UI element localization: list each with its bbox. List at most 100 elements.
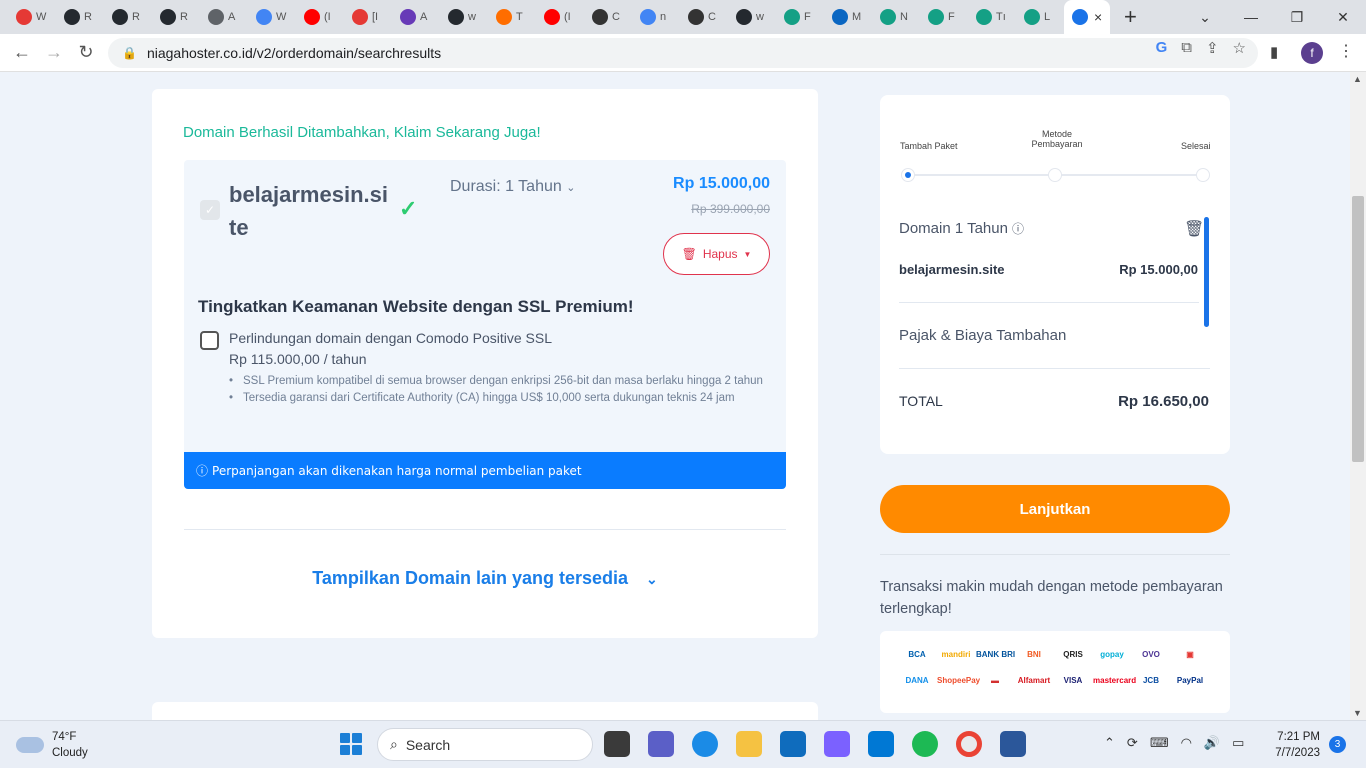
step-label-metode-pembayaran: Metode Pembayaran (1031, 129, 1083, 149)
chrome-icon[interactable] (956, 731, 982, 757)
tab-search-icon[interactable]: ⌄ (1182, 9, 1228, 26)
browser-tab[interactable]: N (872, 0, 920, 34)
active-tab[interactable]: × (1064, 0, 1110, 34)
scroll-down-icon[interactable]: ▼ (1353, 708, 1362, 718)
browser-tab[interactable]: w (728, 0, 776, 34)
ssl-feature-item: Tersedia garansi dari Certificate Author… (229, 390, 769, 407)
restore-button[interactable]: ❐ (1274, 9, 1320, 26)
translate-icon[interactable]: ⧉ (1181, 39, 1192, 57)
close-tab-icon[interactable]: × (1094, 9, 1102, 25)
taskbar-search[interactable]: ⌕ Search (377, 728, 593, 761)
chevron-down-icon: ⌄ (566, 182, 576, 194)
show-more-domains-link[interactable]: Tampilkan Domain lain yang tersedia ⌄ (152, 568, 818, 589)
minimize-button[interactable]: — (1228, 9, 1274, 25)
order-summary-card: Tambah Paket Metode Pembayaran Selesai D… (880, 95, 1230, 454)
browser-tab[interactable]: (I (536, 0, 584, 34)
browser-tab[interactable]: R (104, 0, 152, 34)
share-icon[interactable]: ⇪ (1206, 39, 1219, 57)
info-icon[interactable]: ⓘ (1012, 222, 1024, 236)
browser-tab[interactable]: w (440, 0, 488, 34)
notification-badge[interactable]: 3 (1329, 736, 1346, 753)
word-icon[interactable] (1000, 731, 1026, 757)
windows-taskbar: 74°F Cloudy ⌕ Search ⌃ ⟳ ⌨ ◠ 🔊 ▭ 7:21 PM… (0, 720, 1366, 768)
task-view-icon[interactable] (604, 731, 630, 757)
browser-tab[interactable]: W (248, 0, 296, 34)
clock[interactable]: 7:21 PM 7/7/2023 (1262, 729, 1320, 761)
sync-icon[interactable]: ⟳ (1127, 735, 1138, 751)
tab-title: C (708, 11, 716, 23)
teams-chat-icon[interactable] (648, 731, 674, 757)
copilot-icon[interactable] (824, 731, 850, 757)
tab-favicon-icon (400, 9, 416, 25)
browser-tab[interactable]: C (680, 0, 728, 34)
success-message: Domain Berhasil Ditambahkan, Klaim Sekar… (183, 124, 541, 141)
bookmark-star-icon[interactable]: ☆ (1233, 39, 1246, 57)
file-explorer-icon[interactable] (736, 731, 762, 757)
url-field[interactable]: 🔒 niagahoster.co.id/v2/orderdomain/searc… (108, 38, 1258, 68)
summary-scroll-thumb[interactable] (1204, 217, 1209, 327)
page-scroll-thumb[interactable] (1352, 196, 1364, 462)
browser-tab[interactable]: R (152, 0, 200, 34)
payment-logo: DANA (905, 676, 929, 685)
tab-title: W (276, 11, 287, 23)
tab-title: C (612, 11, 620, 23)
store-icon[interactable] (868, 731, 894, 757)
tab-favicon-icon (640, 9, 656, 25)
duration-label: Durasi: 1 Tahun (450, 178, 562, 195)
duration-select[interactable]: Durasi: 1 Tahun ⌄ (450, 178, 575, 196)
tab-title: F (948, 11, 955, 23)
browser-tab[interactable]: F (920, 0, 968, 34)
tab-favicon-icon (16, 9, 32, 25)
browser-tab[interactable]: R (56, 0, 104, 34)
domain-price: Rp 15.000,00 (673, 175, 770, 192)
trash-icon[interactable]: 🗑 (1184, 219, 1204, 239)
taskbar-search-label: Search (405, 736, 451, 753)
domain-checkbox: ✓ (200, 200, 220, 220)
browser-tab[interactable]: Tı (968, 0, 1016, 34)
ssl-features: SSL Premium kompatibel di semua browser … (229, 373, 769, 407)
browser-menu-icon[interactable]: ⋮ (1338, 41, 1354, 61)
tab-title: (I (324, 11, 331, 23)
total-value: Rp 16.650,00 (1118, 393, 1209, 410)
payment-logo: mandiri (941, 650, 971, 659)
side-panel-icon[interactable]: ▮ (1270, 43, 1278, 61)
weather-widget[interactable]: 74°F Cloudy (16, 729, 88, 761)
back-icon[interactable]: ← (6, 42, 38, 63)
browser-tab[interactable]: (I (296, 0, 344, 34)
volume-icon[interactable]: 🔊 (1204, 735, 1220, 751)
browser-tab[interactable]: A (392, 0, 440, 34)
profile-avatar[interactable]: f (1301, 42, 1323, 64)
scroll-up-icon[interactable]: ▲ (1353, 74, 1362, 84)
wifi-icon[interactable]: ◠ (1181, 735, 1192, 751)
browser-tab[interactable]: C (584, 0, 632, 34)
browser-tab[interactable]: n (632, 0, 680, 34)
summary-section-title: Domain 1 Tahun ⓘ (899, 220, 1024, 237)
browser-tab[interactable]: M (824, 0, 872, 34)
browser-tab[interactable]: A (200, 0, 248, 34)
reload-icon[interactable]: ↻ (70, 42, 102, 63)
spotify-icon[interactable] (912, 731, 938, 757)
divider (899, 368, 1210, 369)
summary-scrollbar[interactable] (1204, 217, 1209, 327)
continue-button[interactable]: Lanjutkan (880, 485, 1230, 533)
mail-icon[interactable] (780, 731, 806, 757)
browser-tab[interactable]: W (8, 0, 56, 34)
new-tab-button[interactable]: + (1124, 4, 1148, 30)
browser-tab[interactable]: [I (344, 0, 392, 34)
page-scrollbar[interactable]: ▲ ▼ (1350, 72, 1366, 720)
keyboard-icon[interactable]: ⌨ (1150, 735, 1169, 751)
close-window-button[interactable]: ✕ (1320, 9, 1366, 26)
tab-title: T (516, 11, 523, 23)
show-more-domains-label: Tampilkan Domain lain yang tersedia (312, 568, 629, 588)
browser-tab[interactable]: F (776, 0, 824, 34)
ssl-checkbox[interactable] (200, 331, 219, 350)
forward-icon[interactable]: → (38, 42, 70, 63)
chevron-up-icon[interactable]: ⌃ (1104, 735, 1115, 751)
windows-start-icon[interactable] (340, 733, 362, 755)
battery-icon[interactable]: ▭ (1232, 735, 1244, 751)
browser-tab[interactable]: T (488, 0, 536, 34)
edge-icon[interactable] (692, 731, 718, 757)
delete-domain-button[interactable]: 🗑 Hapus ▼ (663, 233, 770, 275)
google-icon[interactable]: G (1156, 39, 1168, 57)
browser-tab[interactable]: L (1016, 0, 1064, 34)
